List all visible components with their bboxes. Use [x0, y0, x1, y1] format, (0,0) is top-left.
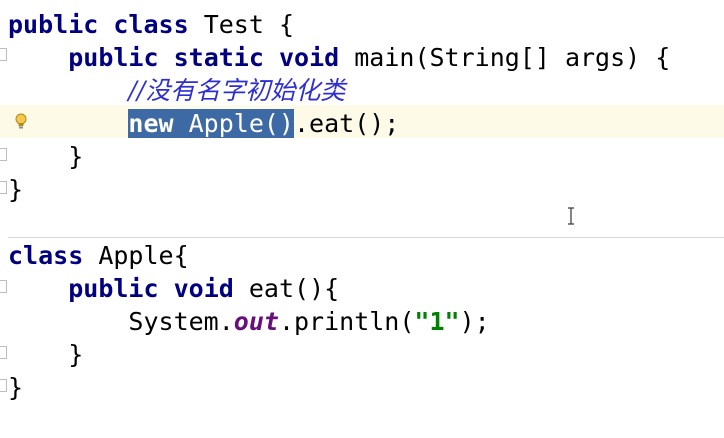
- code-text: Apple{: [83, 241, 189, 270]
- keyword: public: [68, 274, 159, 303]
- selected-code-text: Apple(): [173, 109, 294, 138]
- code-line-8[interactable]: public void eat(){: [8, 272, 339, 305]
- keyword: class: [113, 10, 189, 39]
- keyword: class: [8, 241, 84, 270]
- code-text: System.: [128, 307, 234, 336]
- code-line-6[interactable]: }: [8, 173, 23, 206]
- code-comment: //没有名字初始化类: [128, 76, 346, 105]
- code-line-3[interactable]: //没有名字初始化类: [8, 74, 345, 107]
- keyword: void: [278, 43, 340, 72]
- code-text: .println(: [278, 307, 415, 336]
- text-selection[interactable]: new Apple(): [128, 109, 294, 138]
- fold-marker-icon[interactable]: [0, 148, 7, 161]
- editor-gutter[interactable]: [0, 0, 8, 438]
- code-text: }: [8, 373, 24, 402]
- keyword: public: [8, 10, 99, 39]
- fold-marker-icon[interactable]: [0, 379, 7, 392]
- code-line-7[interactable]: class Apple{: [8, 239, 189, 272]
- code-line-11[interactable]: }: [8, 371, 23, 404]
- code-text: eat(){: [233, 274, 340, 303]
- keyword: static: [173, 43, 264, 72]
- code-editor[interactable]: public class Test { public static void m…: [0, 0, 724, 438]
- code-text: }: [8, 175, 24, 204]
- code-line-5[interactable]: }: [8, 140, 83, 173]
- method-separator: [8, 237, 724, 238]
- keyword: public: [68, 43, 159, 72]
- fold-marker-icon[interactable]: [0, 280, 7, 293]
- keyword: new: [128, 109, 174, 138]
- code-text: .eat();: [294, 109, 400, 138]
- code-text: }: [8, 340, 84, 369]
- code-line-1[interactable]: public class Test {: [8, 8, 294, 41]
- static-field: out: [233, 307, 279, 336]
- code-text: );: [459, 307, 490, 336]
- string-literal: "1": [414, 307, 460, 336]
- code-text: main(String[] args) {: [339, 43, 671, 72]
- code-line-9[interactable]: System.out.println("1");: [8, 305, 490, 338]
- fold-marker-icon[interactable]: [0, 48, 7, 61]
- text-cursor-icon: [568, 207, 574, 225]
- code-line-10[interactable]: }: [8, 338, 83, 371]
- code-text: Test {: [188, 10, 294, 39]
- fold-marker-icon[interactable]: [0, 346, 7, 359]
- code-line-2[interactable]: public static void main(String[] args) {: [8, 41, 670, 74]
- code-line-4[interactable]: new Apple().eat();: [8, 107, 399, 140]
- keyword: void: [173, 274, 234, 303]
- fold-marker-icon[interactable]: [0, 181, 7, 194]
- code-text: }: [8, 142, 84, 171]
